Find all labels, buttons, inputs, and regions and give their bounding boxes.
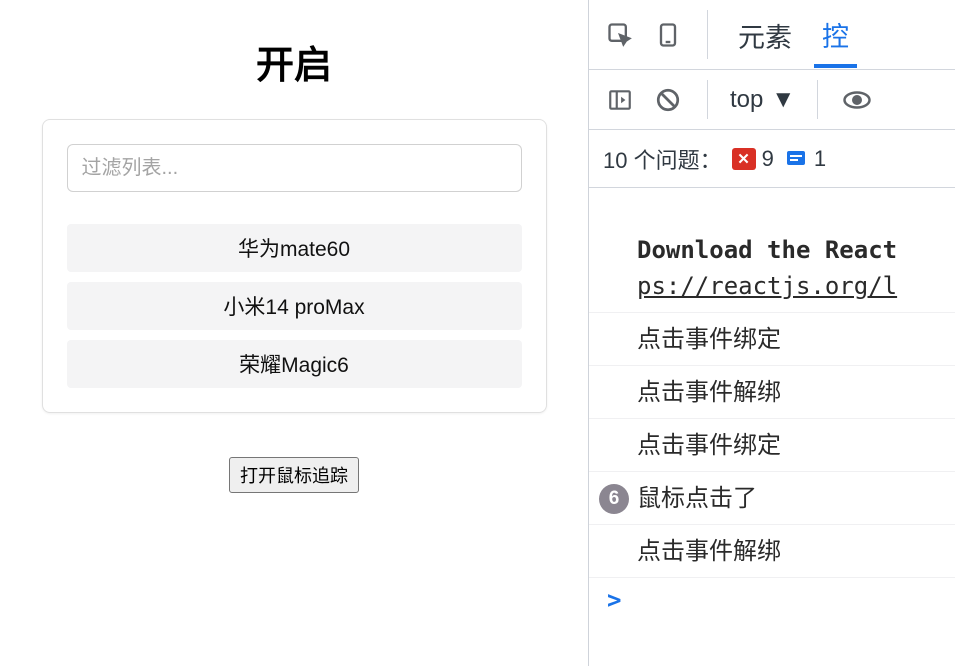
context-selector-label: top [730, 86, 763, 114]
console-link[interactable]: ps://reactjs.org/l [589, 268, 955, 313]
app-pane: 开启 华为mate60 小米14 proMax 荣耀Magic6 打开鼠标追踪 [0, 0, 588, 666]
console-message-text: 鼠标点击了 [637, 484, 757, 512]
separator [707, 10, 708, 59]
console-message: 点击事件绑定 [589, 313, 955, 366]
errors-count: 9 [762, 146, 774, 172]
issues-label: 10 个问题： [603, 143, 722, 175]
toggle-sidebar-icon[interactable] [603, 83, 637, 117]
errors-badge[interactable]: ✕ 9 [732, 146, 774, 172]
list-item[interactable]: 小米14 proMax [67, 282, 522, 330]
clear-console-icon[interactable] [651, 83, 685, 117]
console-message: 6 鼠标点击了 [589, 472, 955, 525]
page-title: 开启 [256, 34, 332, 89]
console-message: 点击事件绑定 [589, 419, 955, 472]
repeat-count-badge: 6 [599, 484, 629, 514]
device-toolbar-icon[interactable] [651, 18, 685, 52]
filter-card: 华为mate60 小米14 proMax 荣耀Magic6 [42, 119, 547, 413]
console-message: 点击事件解绑 [589, 525, 955, 578]
info-badge[interactable]: 1 [784, 146, 826, 172]
console-prompt[interactable]: > [589, 578, 955, 622]
console-message: Download the React [589, 224, 955, 268]
console-output[interactable]: Download the React ps://reactjs.org/l 点击… [589, 188, 955, 666]
devtools-pane: 元素 控 top ▼ 10 个问题： ✕ 9 [588, 0, 955, 666]
info-icon [784, 147, 808, 171]
devtools-tabbar: 元素 控 [589, 0, 955, 70]
info-count: 1 [814, 146, 826, 172]
toggle-mouse-tracking-button[interactable]: 打开鼠标追踪 [229, 457, 359, 493]
error-icon: ✕ [732, 148, 756, 170]
list-item[interactable]: 荣耀Magic6 [67, 340, 522, 388]
inspect-element-icon[interactable] [603, 18, 637, 52]
list-item[interactable]: 华为mate60 [67, 224, 522, 272]
tab-elements[interactable]: 元素 [730, 2, 800, 67]
chevron-down-icon: ▼ [771, 86, 795, 114]
filter-input[interactable] [67, 144, 522, 192]
separator [707, 80, 708, 119]
console-message: 点击事件解绑 [589, 366, 955, 419]
live-expression-icon[interactable] [840, 83, 874, 117]
console-toolbar: top ▼ [589, 70, 955, 130]
tab-console[interactable]: 控 [814, 1, 857, 68]
issues-bar[interactable]: 10 个问题： ✕ 9 1 [589, 130, 955, 188]
separator [817, 80, 818, 119]
context-selector[interactable]: top ▼ [730, 86, 795, 114]
